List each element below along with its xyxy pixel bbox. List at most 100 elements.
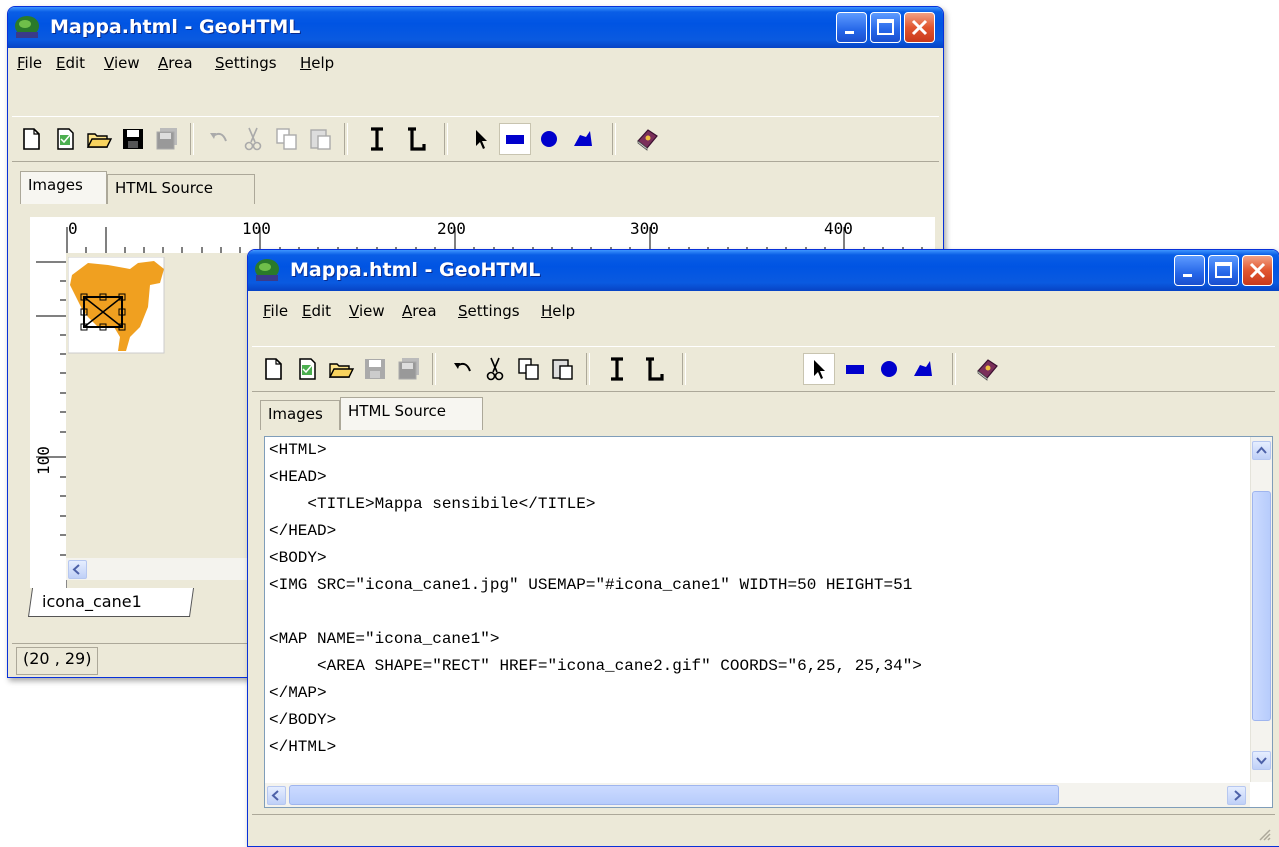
window-title: Mappa.html - GeoHTML — [50, 16, 301, 38]
arrow-left-icon — [271, 790, 279, 801]
save-button[interactable] — [360, 354, 390, 384]
horizontal-scroll-thumb[interactable] — [289, 785, 1059, 805]
scroll-left-button[interactable] — [68, 560, 87, 579]
paste-button[interactable] — [306, 124, 336, 154]
title-bar[interactable]: Mappa.html - GeoHTML — [8, 7, 943, 48]
polygon-tool[interactable] — [568, 124, 598, 154]
save-all-button[interactable] — [152, 124, 182, 154]
horizontal-scrollbar[interactable] — [265, 783, 1250, 807]
scroll-left-button[interactable] — [267, 786, 286, 805]
resize-grip-icon[interactable] — [1257, 827, 1271, 841]
ruler-ticks — [66, 227, 923, 253]
app-globe-icon — [255, 259, 279, 281]
toolbar-separator — [586, 353, 590, 385]
source-line: <HEAD> — [269, 468, 327, 486]
paste-button[interactable] — [548, 354, 578, 384]
tab-images[interactable]: Images — [20, 171, 107, 204]
save-button[interactable] — [118, 124, 148, 154]
vertical-ruler: 100 — [30, 253, 67, 588]
copy-button[interactable] — [514, 354, 544, 384]
text-l-button[interactable] — [638, 354, 668, 384]
vertical-scrollbar[interactable] — [1250, 437, 1272, 782]
source-line: <TITLE>Mappa sensibile</TITLE> — [269, 495, 596, 513]
menu-view[interactable]: View — [349, 302, 385, 320]
close-button[interactable] — [1242, 255, 1273, 286]
new-file-button[interactable] — [258, 354, 288, 384]
undo-button[interactable] — [448, 354, 478, 384]
text-l-icon — [646, 357, 664, 381]
new-file-button[interactable] — [16, 124, 46, 154]
arrow-left-icon — [72, 564, 80, 575]
paste-icon — [310, 129, 331, 150]
toolbar-separator — [344, 123, 348, 155]
help-button[interactable] — [972, 354, 1002, 384]
scroll-down-button[interactable] — [1252, 751, 1271, 770]
close-button[interactable] — [904, 12, 935, 43]
source-line: <MAP NAME="icona_cane1"> — [269, 630, 500, 648]
help-book-icon — [637, 129, 658, 151]
tab-html-source[interactable]: HTML Source — [107, 174, 255, 204]
save-icon — [123, 129, 143, 149]
menu-bar: File Edit View Area Settings Help — [12, 48, 939, 78]
geohtml-window-front: Mappa.html - GeoHTML File Edit View Area… — [247, 249, 1279, 847]
text-i-button[interactable] — [362, 124, 392, 154]
minimize-button[interactable] — [1174, 255, 1205, 286]
cut-icon — [244, 127, 262, 151]
title-bar[interactable]: Mappa.html - GeoHTML — [248, 250, 1279, 291]
maximize-button[interactable] — [870, 12, 901, 43]
scroll-up-button[interactable] — [1252, 441, 1271, 460]
circle-tool[interactable] — [874, 354, 904, 384]
vertical-scroll-thumb[interactable] — [1252, 491, 1271, 721]
source-line: </BODY> — [269, 711, 337, 729]
text-i-icon — [611, 357, 623, 381]
menu-area[interactable]: Area — [402, 302, 437, 320]
source-line: <AREA SHAPE="RECT" HREF="icona_cane2.gif… — [269, 657, 922, 675]
new-from-image-button[interactable] — [292, 354, 322, 384]
open-button[interactable] — [326, 354, 356, 384]
help-button[interactable] — [632, 124, 662, 154]
menu-settings[interactable]: Settings — [458, 302, 520, 320]
toolbar-separator — [432, 353, 436, 385]
polygon-tool[interactable] — [908, 354, 938, 384]
menu-edit[interactable]: Edit — [302, 302, 331, 320]
arrow-down-icon — [1256, 757, 1267, 765]
pointer-tool[interactable] — [466, 124, 496, 154]
circle-tool[interactable] — [534, 124, 564, 154]
rectangle-tool[interactable] — [840, 354, 870, 384]
pointer-tool[interactable] — [803, 353, 835, 385]
cut-button[interactable] — [480, 354, 510, 384]
copy-button[interactable] — [272, 124, 302, 154]
dog-image[interactable] — [68, 257, 168, 357]
text-i-button[interactable] — [602, 354, 632, 384]
copy-icon — [276, 128, 297, 150]
text-l-icon — [408, 127, 426, 151]
menu-help[interactable]: Help — [541, 302, 575, 320]
cut-button[interactable] — [238, 124, 268, 154]
menu-file[interactable]: File — [17, 54, 42, 72]
tab-images[interactable]: Images — [260, 400, 340, 430]
save-all-button[interactable] — [394, 354, 424, 384]
circle-icon — [881, 361, 897, 377]
text-l-button[interactable] — [400, 124, 430, 154]
scroll-right-button[interactable] — [1227, 786, 1246, 805]
canvas-horizontal-scrollbar[interactable] — [66, 558, 266, 580]
open-button[interactable] — [84, 124, 114, 154]
tab-html-source[interactable]: HTML Source — [340, 397, 483, 430]
image-tab-label[interactable]: icona_cane1 — [42, 592, 142, 611]
minimize-button[interactable] — [836, 12, 867, 43]
polygon-icon — [574, 131, 592, 146]
menu-settings[interactable]: Settings — [215, 54, 277, 72]
minimize-icon — [1183, 274, 1192, 277]
html-source-editor[interactable]: <HTML> <HEAD> <TITLE>Mappa sensibile</TI… — [264, 436, 1273, 808]
rectangle-tool[interactable] — [499, 123, 531, 155]
new-from-image-button[interactable] — [50, 124, 80, 154]
menu-help[interactable]: Help — [300, 54, 334, 72]
undo-button[interactable] — [204, 124, 234, 154]
menu-edit[interactable]: Edit — [56, 54, 85, 72]
menu-view[interactable]: View — [104, 54, 140, 72]
toolbar-separator — [952, 353, 956, 385]
menu-area[interactable]: Area — [158, 54, 193, 72]
menu-file[interactable]: File — [263, 302, 288, 320]
source-line: <IMG SRC="icona_cane1.jpg" USEMAP="#icon… — [269, 576, 913, 594]
maximize-button[interactable] — [1208, 255, 1239, 286]
